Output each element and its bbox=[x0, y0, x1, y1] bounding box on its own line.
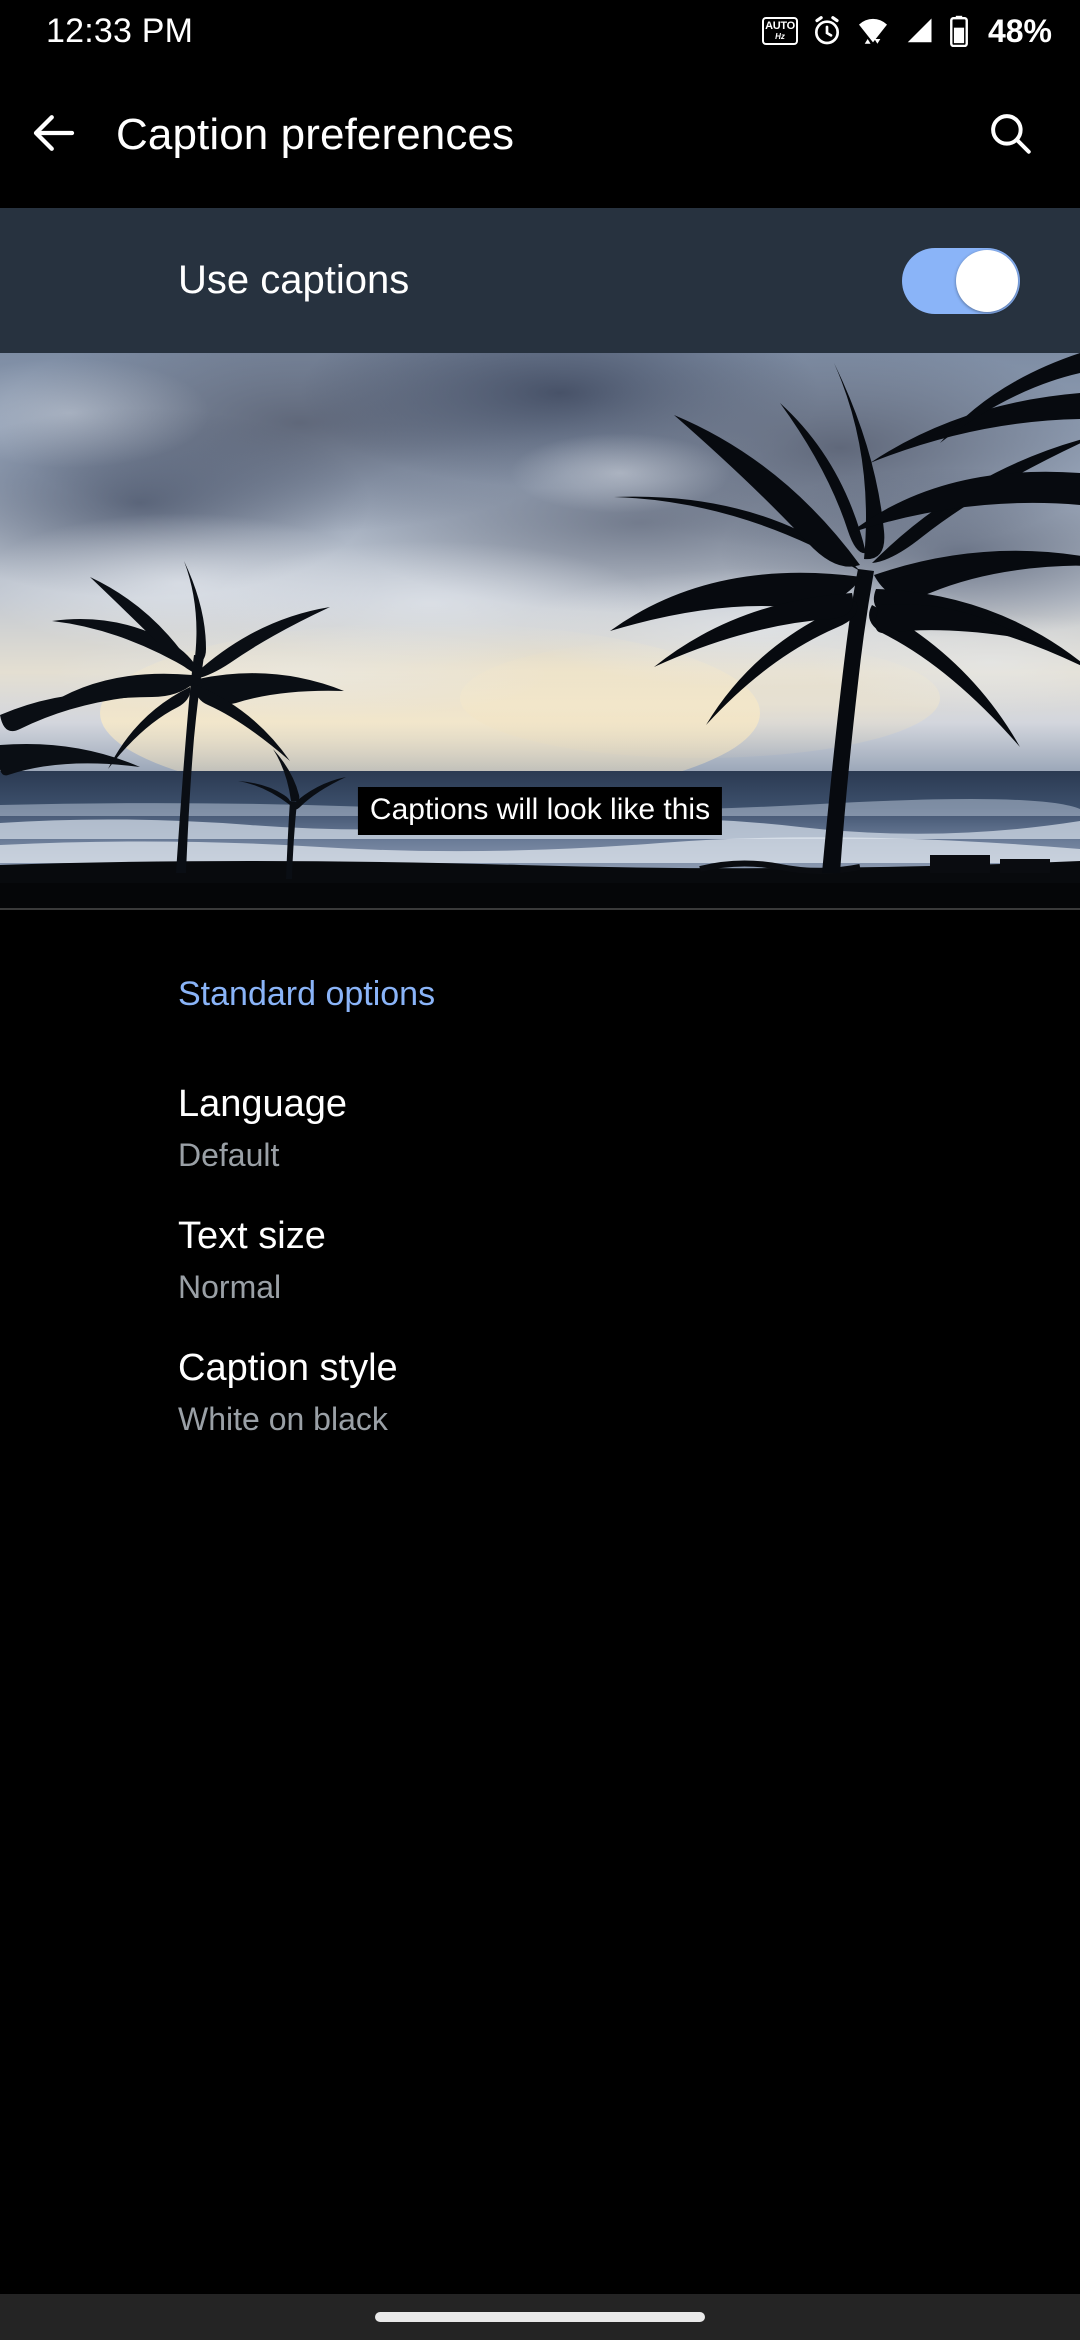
status-bar: 12:33 PM AUTO Hz 48% bbox=[0, 0, 1080, 62]
caption-preferences-screen: 12:33 PM AUTO Hz 48% Caption preferences… bbox=[0, 0, 1080, 2340]
preference-summary: Normal bbox=[178, 1268, 282, 1305]
use-captions-switch[interactable] bbox=[902, 247, 1020, 314]
caption-sample-text: Captions will look like this bbox=[357, 787, 723, 835]
preference-item-language[interactable]: Language Default bbox=[0, 1062, 1080, 1194]
wifi-icon bbox=[856, 15, 890, 47]
battery-icon bbox=[948, 15, 970, 47]
search-button[interactable] bbox=[956, 108, 1064, 163]
preference-title: Caption style bbox=[178, 1347, 398, 1390]
back-button[interactable] bbox=[0, 106, 108, 165]
use-captions-row[interactable]: Use captions bbox=[0, 208, 1080, 353]
cellular-signal-icon bbox=[903, 16, 935, 46]
search-icon bbox=[985, 108, 1035, 163]
standard-options-list: Language Default Text size Normal Captio… bbox=[0, 1062, 1080, 1459]
gesture-home-handle[interactable] bbox=[375, 2312, 705, 2322]
status-icons: AUTO Hz 48% bbox=[761, 12, 1052, 50]
preference-item-text-size[interactable]: Text size Normal bbox=[0, 1194, 1080, 1326]
status-clock: 12:33 PM bbox=[46, 11, 194, 50]
switch-thumb bbox=[956, 249, 1018, 312]
section-divider bbox=[0, 908, 1080, 910]
arrow-back-icon bbox=[27, 106, 81, 165]
system-navigation-bar bbox=[0, 2294, 1080, 2340]
auto-refresh-rate-label: AUTO bbox=[765, 20, 795, 32]
auto-refresh-rate-unit: Hz bbox=[775, 32, 785, 41]
app-bar: Caption preferences bbox=[0, 62, 1080, 208]
battery-percentage: 48% bbox=[987, 12, 1052, 49]
preference-title: Language bbox=[178, 1083, 348, 1125]
auto-refresh-rate-icon: AUTO Hz bbox=[761, 17, 798, 45]
preference-title: Text size bbox=[178, 1215, 326, 1258]
preference-summary: White on black bbox=[178, 1401, 388, 1438]
alarm-icon bbox=[811, 15, 843, 47]
preference-item-caption-style[interactable]: Caption style White on black bbox=[0, 1326, 1080, 1458]
page-title: Caption preferences bbox=[116, 110, 515, 159]
use-captions-label: Use captions bbox=[178, 258, 410, 302]
preference-summary: Default bbox=[178, 1136, 280, 1173]
standard-options-header: Standard options bbox=[178, 975, 436, 1013]
